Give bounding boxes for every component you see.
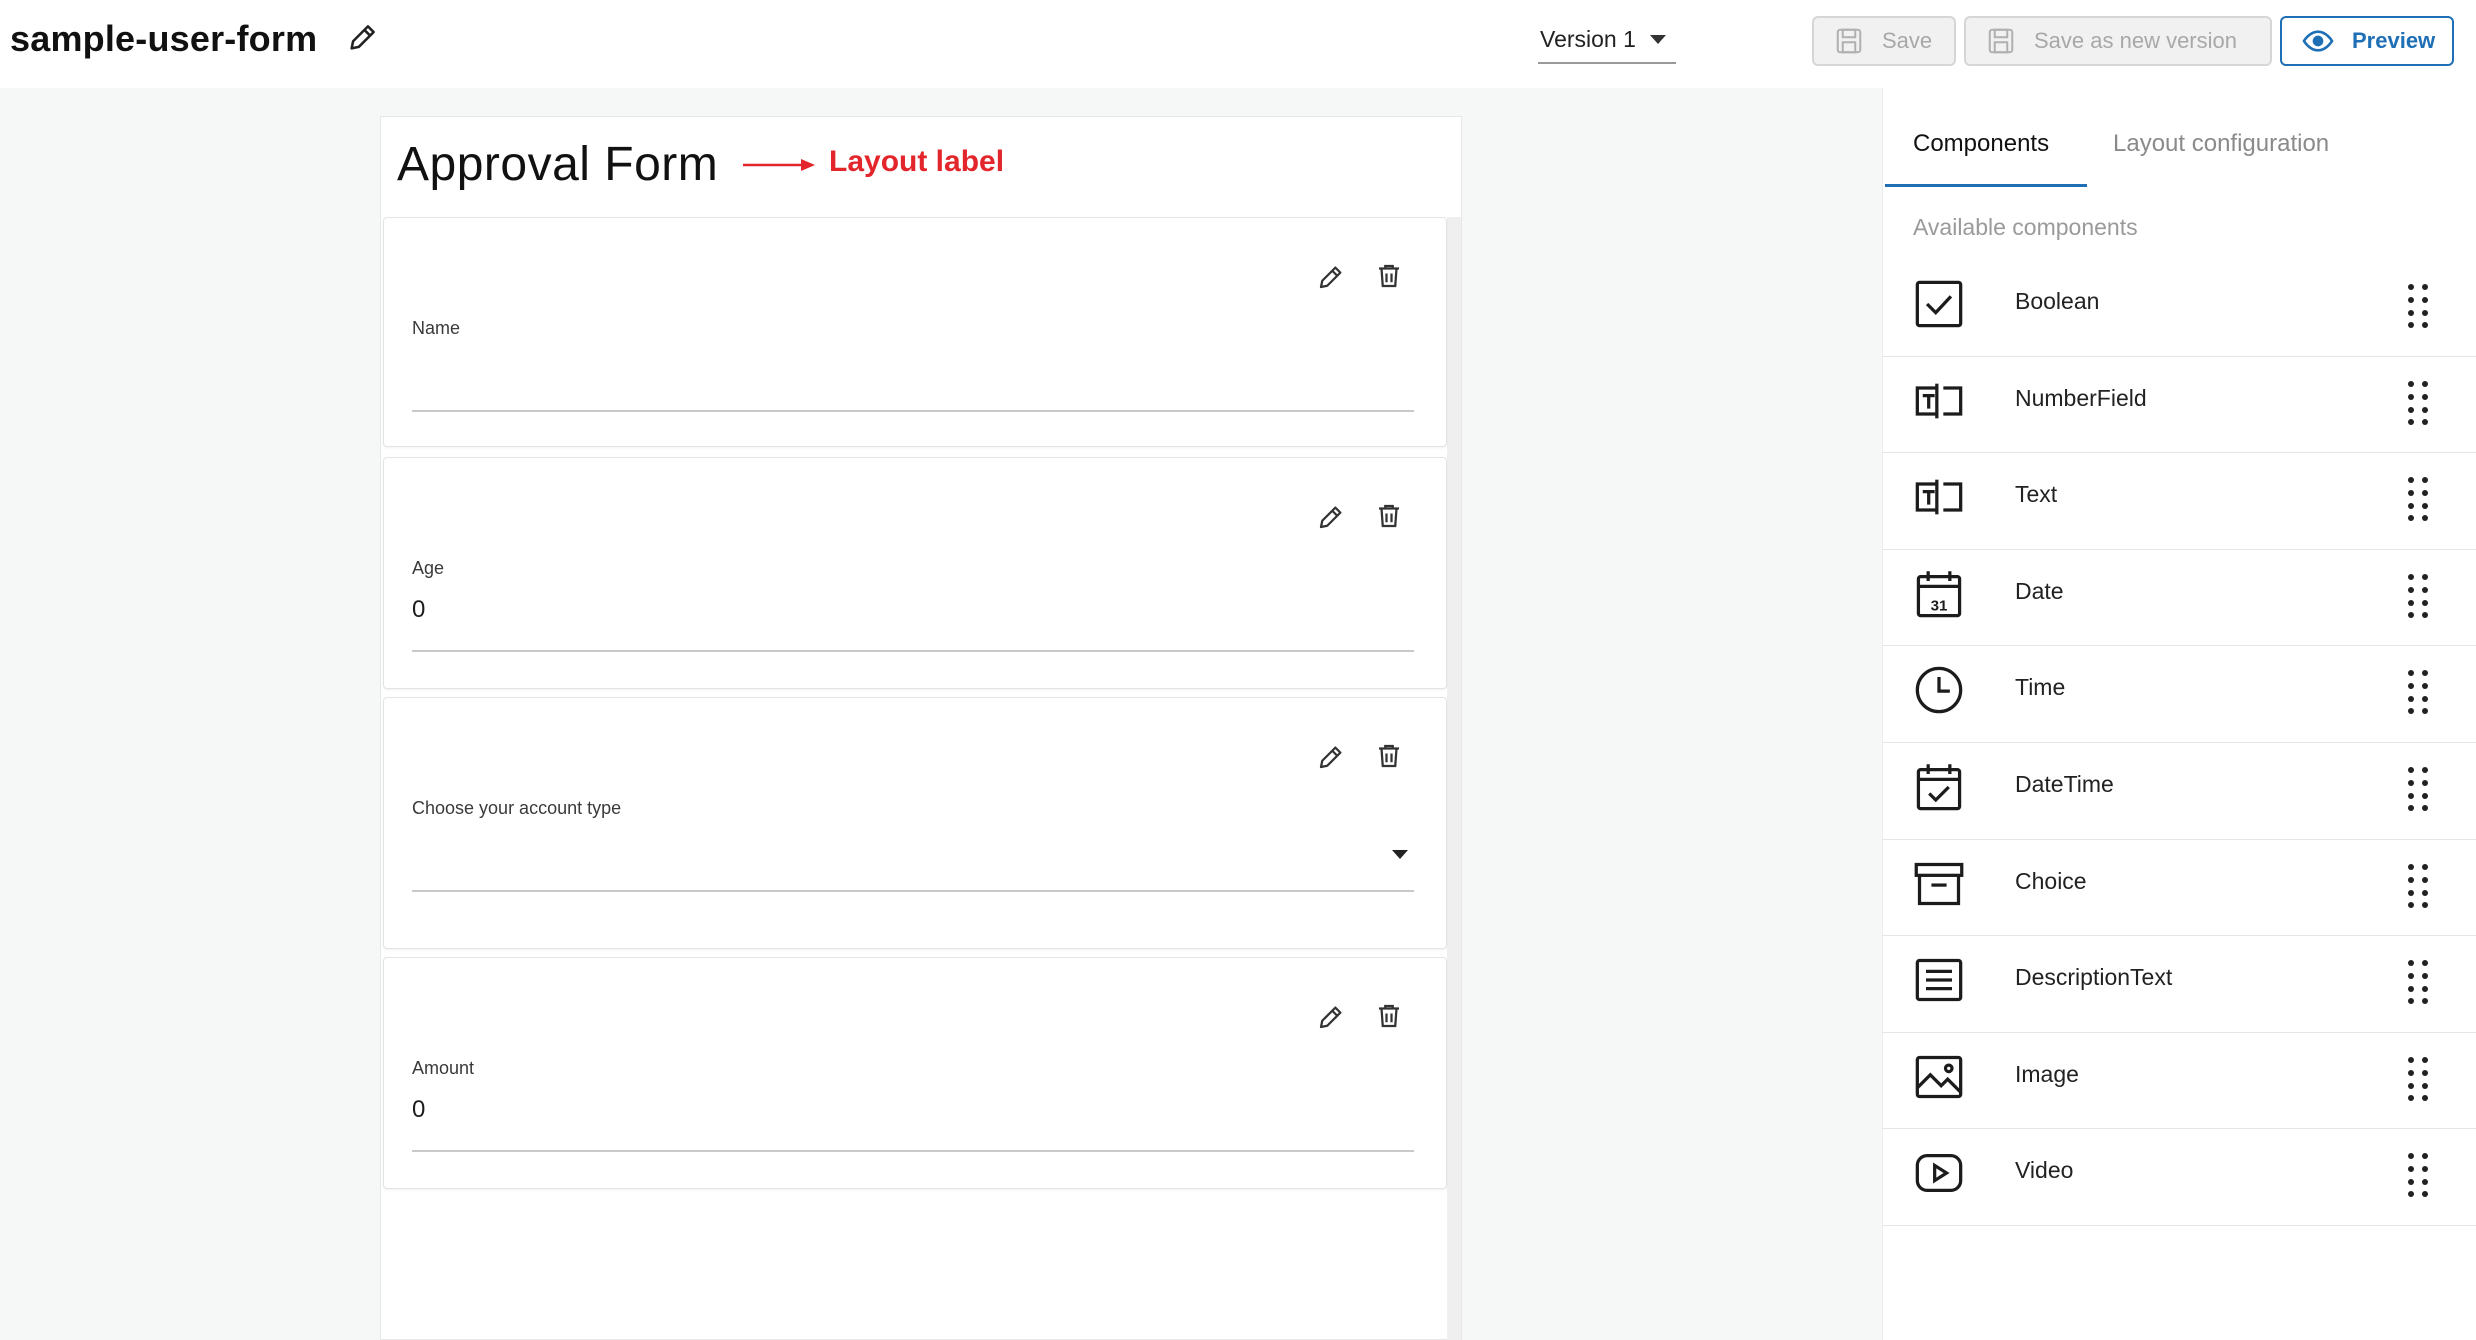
save-label: Save: [1882, 28, 1933, 53]
component-label: Image: [2015, 1060, 2079, 1087]
form-name-title: sample-user-form: [10, 18, 318, 59]
component-video[interactable]: Video: [1883, 1129, 2476, 1226]
component-text[interactable]: Text: [1883, 453, 2476, 550]
pencil-icon[interactable]: [1316, 1002, 1346, 1032]
tab-layout-configuration[interactable]: Layout configuration: [2113, 130, 2329, 158]
components-panel: Components Layout configuration Availabl…: [1882, 88, 2476, 1340]
pencil-icon[interactable]: [1316, 502, 1346, 532]
field-label: Amount: [412, 1058, 475, 1078]
eye-icon: [2302, 30, 2334, 52]
version-dropdown[interactable]: Version 1: [1538, 20, 1676, 64]
form-field-card[interactable]: Amount 0: [383, 957, 1447, 1189]
component-date[interactable]: 31 Date: [1883, 550, 2476, 647]
trash-icon[interactable]: [1374, 1000, 1404, 1032]
drag-handle-icon[interactable]: [2403, 668, 2433, 715]
archive-box-icon: [1914, 862, 1964, 905]
component-list: Boolean NumberField Text 31 Date Time Da…: [1883, 260, 2476, 1226]
drag-handle-icon[interactable]: [2403, 379, 2433, 425]
form-field-card[interactable]: Age 0: [383, 457, 1447, 689]
checkbox-icon: [1915, 280, 1963, 328]
image-icon: [1915, 1055, 1963, 1098]
drag-handle-icon[interactable]: [2403, 1055, 2433, 1101]
save-as-new-version-button[interactable]: Save as new version: [1964, 16, 2272, 66]
trash-icon[interactable]: [1374, 740, 1404, 772]
drag-handle-icon[interactable]: [2403, 958, 2433, 1005]
form-field-card[interactable]: Choose your account type: [383, 697, 1447, 949]
pencil-icon[interactable]: [1316, 262, 1346, 292]
form-field-card[interactable]: Name: [383, 217, 1447, 447]
component-boolean[interactable]: Boolean: [1883, 260, 2476, 357]
version-label: Version 1: [1540, 26, 1636, 52]
text-lines-icon: [1915, 959, 1963, 1002]
floppy-disk-icon: [1836, 28, 1862, 54]
component-label: NumberField: [2015, 384, 2147, 411]
component-image[interactable]: Image: [1883, 1033, 2476, 1130]
component-label: Boolean: [2015, 288, 2100, 314]
component-label: Text: [2015, 481, 2058, 508]
component-descriptiontext[interactable]: DescriptionText: [1883, 936, 2476, 1033]
save-button[interactable]: Save: [1812, 16, 1956, 66]
component-label: Choice: [2015, 867, 2087, 894]
text-field-icon: [1915, 383, 1963, 418]
component-datetime[interactable]: DateTime: [1883, 743, 2476, 840]
clock-icon: [1915, 667, 1963, 714]
pencil-icon[interactable]: [346, 20, 380, 54]
caret-down-icon: [1650, 35, 1666, 44]
preview-button[interactable]: Preview: [2280, 16, 2454, 66]
component-choice[interactable]: Choice: [1883, 840, 2476, 937]
component-label: Video: [2015, 1157, 2074, 1184]
field-label: Name: [412, 318, 461, 338]
form-title[interactable]: Approval Form: [397, 137, 718, 192]
text-field-icon: [1915, 479, 1963, 515]
field-label: Age: [412, 558, 445, 578]
pencil-icon[interactable]: [1316, 742, 1346, 772]
drag-handle-icon[interactable]: [2403, 765, 2433, 811]
drag-handle-icon[interactable]: [2403, 282, 2433, 328]
form-canvas: Approval Form Layout label Name Age 0 Ch…: [380, 116, 1462, 1340]
drag-handle-icon[interactable]: [2403, 572, 2433, 618]
drag-handle-icon[interactable]: [2403, 1151, 2433, 1198]
tab-components[interactable]: Components: [1913, 130, 2049, 158]
component-label: DateTime: [2015, 770, 2114, 797]
field-underline: [412, 410, 1414, 412]
top-bar: sample-user-form Version 1 Save Save as …: [0, 0, 2476, 88]
field-input[interactable]: 0: [412, 596, 425, 624]
available-components-heading: Available components: [1913, 214, 2138, 240]
component-label: DescriptionText: [2015, 964, 2173, 991]
component-label: Date: [2015, 577, 2064, 604]
trash-icon[interactable]: [1374, 500, 1404, 532]
floppy-disk-icon: [1988, 28, 2014, 54]
component-time[interactable]: Time: [1883, 646, 2476, 743]
arrow-right-annotation: [743, 159, 815, 171]
component-label: Time: [2015, 674, 2066, 701]
field-underline: [412, 1150, 1414, 1152]
field-input[interactable]: 0: [412, 1096, 425, 1124]
layout-label-annotation: Layout label: [829, 145, 1005, 178]
field-label: Choose your account type: [412, 798, 622, 818]
active-tab-indicator: [1885, 184, 2087, 187]
save-as-new-version-label: Save as new version: [2034, 28, 2237, 53]
svg-text:31: 31: [1931, 597, 1948, 614]
calendar-check-icon: [1916, 764, 1962, 811]
component-numberfield[interactable]: NumberField: [1883, 357, 2476, 454]
preview-label: Preview: [2352, 28, 2436, 53]
field-underline: [412, 890, 1414, 892]
calendar-icon: 31: [1916, 571, 1962, 618]
trash-icon[interactable]: [1374, 260, 1404, 292]
field-underline: [412, 650, 1414, 652]
form-scrollbar[interactable]: [1447, 217, 1461, 1340]
video-play-icon: [1915, 1154, 1963, 1193]
drag-handle-icon[interactable]: [2403, 862, 2433, 908]
drag-handle-icon[interactable]: [2403, 475, 2433, 522]
caret-down-icon[interactable]: [1392, 850, 1408, 859]
